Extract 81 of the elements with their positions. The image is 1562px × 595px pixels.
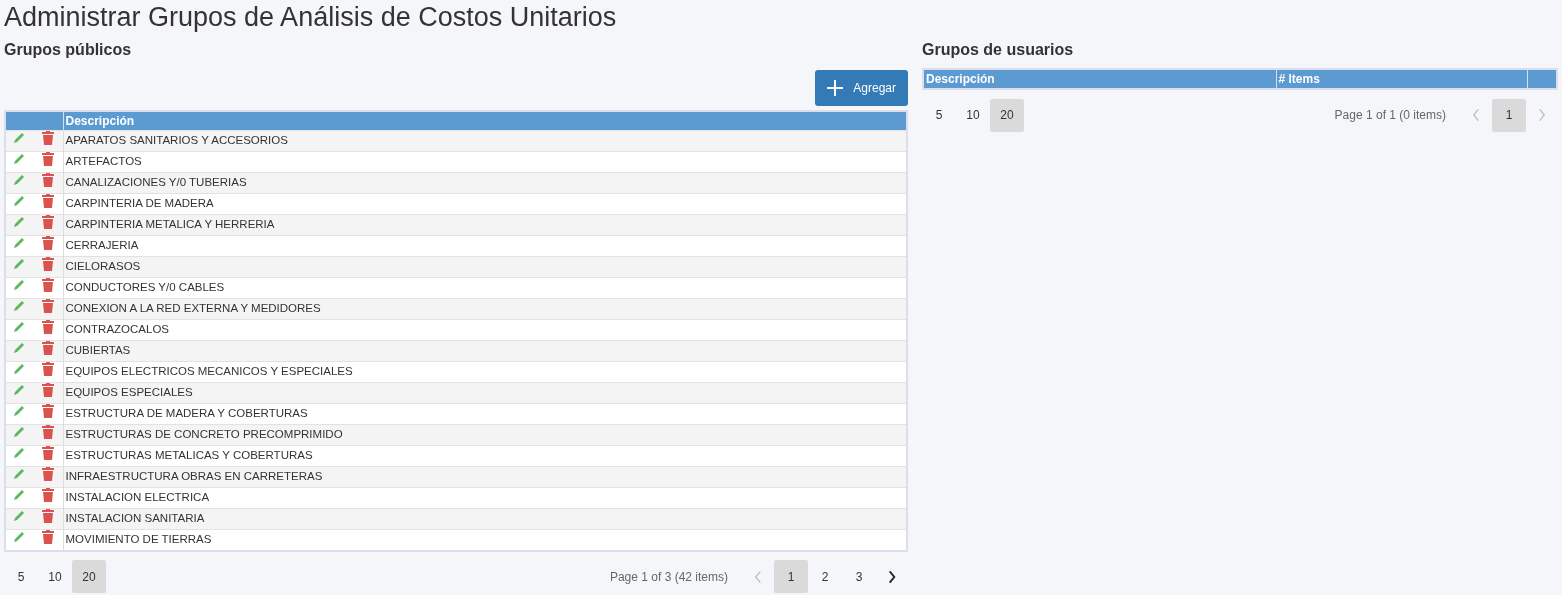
- edit-icon[interactable]: [12, 278, 26, 293]
- table-cell: CIELORASOS: [63, 256, 907, 278]
- edit-icon[interactable]: [12, 404, 26, 419]
- delete-icon[interactable]: [42, 425, 54, 440]
- table-cell: EQUIPOS ELECTRICOS MECANICOS Y ESPECIALES: [63, 361, 907, 383]
- delete-icon[interactable]: [42, 236, 54, 251]
- delete-icon[interactable]: [42, 509, 54, 524]
- column-header: Descripción: [923, 69, 1276, 89]
- delete-icon[interactable]: [42, 215, 54, 230]
- edit-icon[interactable]: [12, 194, 26, 209]
- table-cell: CUBIERTAS: [63, 340, 907, 362]
- delete-icon[interactable]: [42, 446, 54, 461]
- table-cell: MOVIMIENTO DE TIERRAS: [63, 529, 907, 551]
- page-size-button[interactable]: 10: [956, 98, 990, 132]
- table-cell: CERRAJERIA: [63, 235, 907, 257]
- delete-icon[interactable]: [42, 383, 54, 398]
- delete-icon[interactable]: [42, 173, 54, 188]
- table-cell: INSTALACION ELECTRICA: [63, 487, 907, 509]
- edit-icon[interactable]: [12, 425, 26, 440]
- add-button[interactable]: Agregar: [815, 70, 908, 106]
- edit-icon[interactable]: [12, 173, 26, 188]
- edit-icon[interactable]: [12, 215, 26, 230]
- edit-icon[interactable]: [12, 299, 26, 314]
- delete-icon[interactable]: [42, 467, 54, 482]
- delete-icon[interactable]: [42, 278, 54, 293]
- table-cell: APARATOS SANITARIOS Y ACCESORIOS: [63, 130, 907, 152]
- edit-icon[interactable]: [12, 152, 26, 167]
- section-title: Grupos de usuarios: [922, 40, 1075, 60]
- page-summary: Page 1 of 1 (0 items): [1334, 107, 1446, 124]
- table-cell: CONEXION A LA RED EXTERNA Y MEDIDORES: [63, 298, 907, 320]
- page-size-button[interactable]: 10: [38, 560, 72, 593]
- column-header: Descripción: [63, 111, 907, 131]
- delete-icon[interactable]: [42, 488, 54, 503]
- table-cell: ESTRUCTURAS DE CONCRETO PRECOMPRIMIDO: [63, 424, 907, 446]
- table-cell: ARTEFACTOS: [63, 151, 907, 173]
- table-cell: CONDUCTORES Y/0 CABLES: [63, 277, 907, 299]
- page-title: Administrar Grupos de Análisis de Costos Unitarios: [4, 1, 618, 34]
- edit-icon[interactable]: [12, 530, 26, 545]
- delete-icon[interactable]: [42, 320, 54, 335]
- table-cell: CARPINTERIA METALICA Y HERRERIA: [63, 214, 907, 236]
- delete-icon[interactable]: [42, 131, 54, 146]
- table-cell: EQUIPOS ESPECIALES: [63, 382, 907, 404]
- delete-icon[interactable]: [42, 362, 54, 377]
- column-header: # Items: [1276, 69, 1527, 89]
- edit-icon[interactable]: [12, 446, 26, 461]
- page-size-button[interactable]: 20: [990, 98, 1024, 132]
- page-size-button[interactable]: 20: [72, 560, 106, 593]
- edit-icon[interactable]: [12, 488, 26, 503]
- edit-icon[interactable]: [12, 236, 26, 251]
- delete-icon[interactable]: [42, 152, 54, 167]
- table-cell: CANALIZACIONES Y/0 TUBERIAS: [63, 172, 907, 194]
- plus-icon: [827, 80, 844, 96]
- page-number-button[interactable]: 1: [1492, 98, 1526, 132]
- delete-icon[interactable]: [42, 341, 54, 356]
- edit-icon[interactable]: [12, 362, 26, 377]
- edit-icon[interactable]: [12, 320, 26, 335]
- page-number-button[interactable]: 2: [808, 560, 842, 593]
- delete-icon[interactable]: [42, 257, 54, 272]
- edit-icon[interactable]: [12, 509, 26, 524]
- page-size-button[interactable]: 5: [4, 560, 38, 593]
- table-cell: ESTRUCTURA DE MADERA Y COBERTURAS: [63, 403, 907, 425]
- delete-icon[interactable]: [42, 299, 54, 314]
- table-cell: INFRAESTRUCTURA OBRAS EN CARRETERAS: [63, 466, 907, 488]
- edit-icon[interactable]: [12, 383, 26, 398]
- page-summary: Page 1 of 3 (42 items): [609, 568, 728, 586]
- edit-icon[interactable]: [12, 341, 26, 356]
- table-cell: INSTALACION SANITARIA: [63, 508, 907, 530]
- page-size-button[interactable]: 5: [922, 98, 956, 132]
- page-number-button[interactable]: 3: [842, 560, 876, 593]
- chevron-right-icon: [886, 568, 898, 585]
- delete-icon[interactable]: [42, 530, 54, 545]
- delete-icon[interactable]: [42, 194, 54, 209]
- page-number-button[interactable]: 1: [774, 560, 808, 593]
- table-cell: CONTRAZOCALOS: [63, 319, 907, 341]
- table-cell: CARPINTERIA DE MADERA: [63, 193, 907, 215]
- edit-icon[interactable]: [12, 467, 26, 482]
- section-title: Grupos públicos: [4, 40, 133, 60]
- edit-icon[interactable]: [12, 131, 26, 146]
- edit-icon[interactable]: [12, 257, 26, 272]
- table-cell: ESTRUCTURAS METALICAS Y COBERTURAS: [63, 445, 907, 467]
- delete-icon[interactable]: [42, 404, 54, 419]
